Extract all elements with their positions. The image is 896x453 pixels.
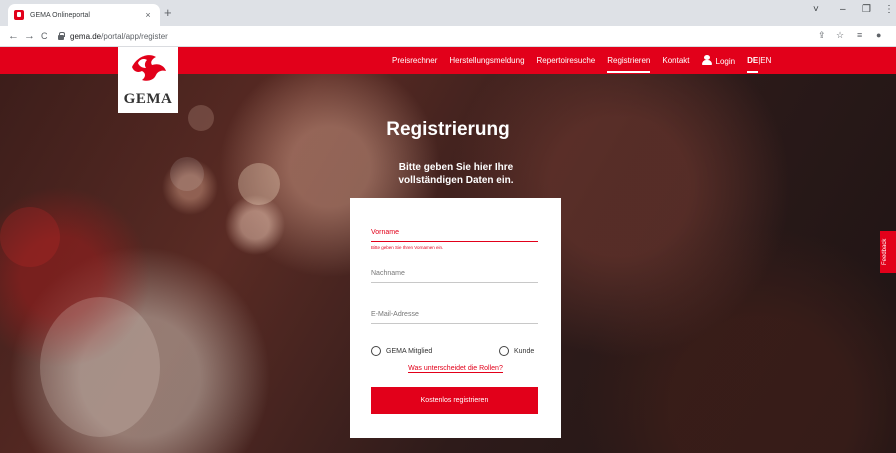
nav-links: Preisrechner Herstellungsmeldung Reperto… (392, 47, 771, 74)
language-switch: DE|EN (747, 56, 771, 65)
url-field[interactable]: gema.de/portal/app/register (58, 29, 798, 44)
page-subtitle: Bitte geben Sie hier Ihre vollständigen … (398, 162, 514, 186)
new-tab-button[interactable]: + (164, 6, 172, 20)
bookmark-star-icon[interactable]: ☆ (836, 30, 844, 41)
registration-form: Vorname Bitte geben Sie Ihren Vornamen e… (350, 198, 561, 438)
maximize-icon[interactable]: ❐ (862, 4, 871, 15)
lang-de[interactable]: DE (747, 56, 758, 65)
radio-circle-icon (371, 346, 381, 356)
feedback-tab[interactable]: Feedback (880, 231, 896, 273)
forward-icon[interactable]: → (24, 29, 35, 43)
role-member-label: GEMA Mitglied (386, 347, 433, 355)
nav-preisrechner[interactable]: Preisrechner (392, 56, 437, 65)
logo-text: GEMA (123, 91, 173, 107)
lang-en[interactable]: EN (760, 56, 771, 65)
nav-herstellungsmeldung[interactable]: Herstellungsmeldung (449, 56, 524, 65)
back-icon[interactable]: ← (8, 29, 19, 43)
browser-tab[interactable]: GEMA Onlineportal × (8, 4, 160, 26)
page-content: Preisrechner Herstellungsmeldung Reperto… (0, 47, 896, 453)
firstname-error: Bitte geben Sie Ihren Vornamen ein. (371, 245, 444, 250)
gema-favicon-icon (14, 10, 24, 20)
tab-close-icon[interactable]: × (142, 10, 154, 20)
url-text: gema.de/portal/app/register (70, 32, 168, 41)
register-button[interactable]: Kostenlos registrieren (371, 387, 538, 414)
menu-icon[interactable]: ⋮ (884, 4, 894, 15)
lastname-field[interactable]: Nachname (371, 269, 538, 283)
feedback-label: Feedback (882, 238, 888, 265)
background-bokeh (40, 297, 160, 437)
gema-logo[interactable]: GEMA (118, 47, 178, 113)
reload-icon[interactable]: C (41, 29, 48, 43)
reading-list-icon[interactable]: ≡ (857, 30, 862, 40)
browser-tab-bar: GEMA Onlineportal × + ˅ – ❐ ⋮ (0, 0, 896, 26)
user-icon (701, 55, 712, 65)
role-member-radio[interactable]: GEMA Mitglied (371, 346, 432, 356)
url-host: gema.de (70, 32, 102, 41)
profile-icon[interactable]: ● (876, 30, 881, 40)
background-bokeh (238, 163, 280, 205)
gema-pegasus-icon (132, 55, 166, 81)
login-label: Login (715, 57, 736, 66)
firstname-field[interactable]: Vorname (371, 228, 538, 242)
address-bar: ← → C gema.de/portal/app/register ⇪ ☆ ≡ … (0, 26, 896, 47)
tab-title: GEMA Onlineportal (30, 11, 90, 19)
radio-circle-icon (499, 346, 509, 356)
share-icon[interactable]: ⇪ (818, 30, 826, 41)
tab-search-icon[interactable]: ˅ (813, 4, 819, 15)
role-customer-label: Kunde (514, 347, 535, 355)
lock-icon (58, 32, 65, 40)
background-bokeh (0, 207, 60, 267)
page-title: Registrierung (386, 119, 510, 140)
email-field[interactable]: E-Mail-Adresse (371, 310, 538, 324)
nav-repertoiresuche[interactable]: Repertoiresuche (537, 56, 596, 65)
url-path: /portal/app/register (101, 32, 168, 41)
lastname-label: Nachname (371, 270, 405, 277)
firstname-label: Vorname (371, 229, 400, 236)
nav-registrieren[interactable]: Registrieren (607, 56, 651, 73)
email-label: E-Mail-Adresse (371, 311, 419, 318)
nav-login[interactable]: Login (701, 55, 736, 66)
nav-kontakt[interactable]: Kontakt (662, 56, 689, 65)
background-bokeh (170, 157, 204, 191)
roles-difference-link[interactable]: Was unterscheidet die Rollen? (350, 365, 561, 373)
minimize-icon[interactable]: – (840, 4, 846, 15)
role-customer-radio[interactable]: Kunde (499, 346, 534, 356)
